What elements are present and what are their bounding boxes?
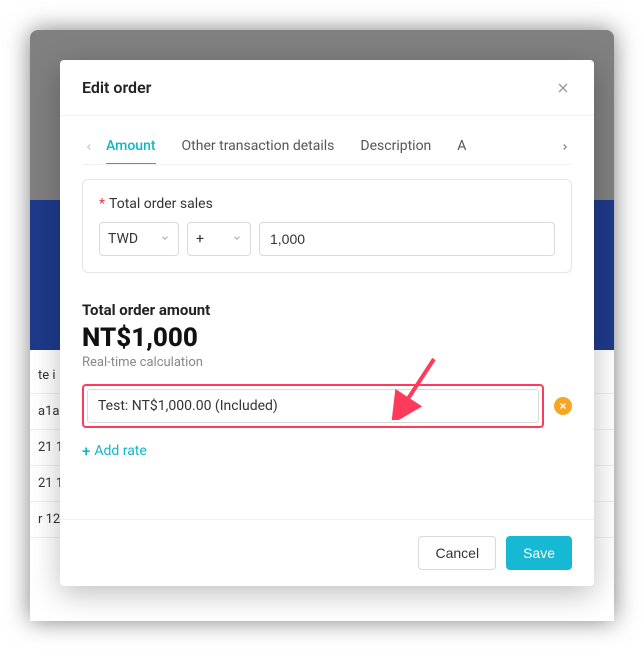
currency-value: TWD [108,231,138,247]
total-sales-panel: *Total order sales TWD + [82,179,572,273]
close-icon [555,80,571,96]
tabs-row: Amount Other transaction details Descrip… [82,130,572,165]
tab-other-details[interactable]: Other transaction details [182,130,335,164]
tabs-scroll: Amount Other transaction details Descrip… [106,130,548,164]
save-button[interactable]: Save [506,536,572,570]
total-amount-section: Total order amount NT$1,000 Real-time ca… [82,301,572,370]
close-icon [558,401,568,411]
currency-select[interactable]: TWD [99,222,179,256]
modal-body: Amount Other transaction details Descrip… [60,116,594,501]
cancel-button[interactable]: Cancel [418,536,496,570]
add-rate-button[interactable]: + Add rate [82,442,147,460]
rate-highlight-callout: Test: NT$1,000.00 (Included) [82,384,544,428]
plus-icon: + [82,442,90,460]
modal-header: Edit order [60,60,594,116]
tab-more[interactable]: A [457,130,466,164]
modal-footer: Cancel Save [60,519,594,586]
rate-select-value: Test: NT$1,000.00 (Included) [98,398,278,414]
total-sales-input-row: TWD + [99,222,555,256]
chevron-down-icon [232,231,242,247]
delete-rate-button[interactable] [554,397,572,415]
chevron-left-icon [84,142,94,152]
required-star: * [99,196,105,212]
chevron-right-icon [560,142,570,152]
total-sales-label-text: Total order sales [109,196,213,212]
sign-value: + [196,231,204,247]
tabs-prev-button[interactable] [82,137,96,157]
total-amount-value: NT$1,000 [82,323,572,353]
rate-row: Test: NT$1,000.00 (Included) [82,384,572,428]
chevron-down-icon [160,231,170,247]
total-amount-label: Total order amount [82,301,572,319]
tabs-next-button[interactable] [558,137,572,157]
total-amount-subtext: Real-time calculation [82,355,572,370]
tab-amount[interactable]: Amount [106,130,156,164]
rate-select[interactable]: Test: NT$1,000.00 (Included) [87,389,539,423]
add-rate-label: Add rate [94,443,147,459]
modal-title: Edit order [82,78,151,97]
edit-order-modal: Edit order Amount Other transaction deta… [60,60,594,586]
tab-description[interactable]: Description [360,130,431,164]
amount-input[interactable] [259,222,555,256]
close-button[interactable] [554,79,572,97]
total-sales-label: *Total order sales [99,196,555,212]
sign-select[interactable]: + [187,222,251,256]
